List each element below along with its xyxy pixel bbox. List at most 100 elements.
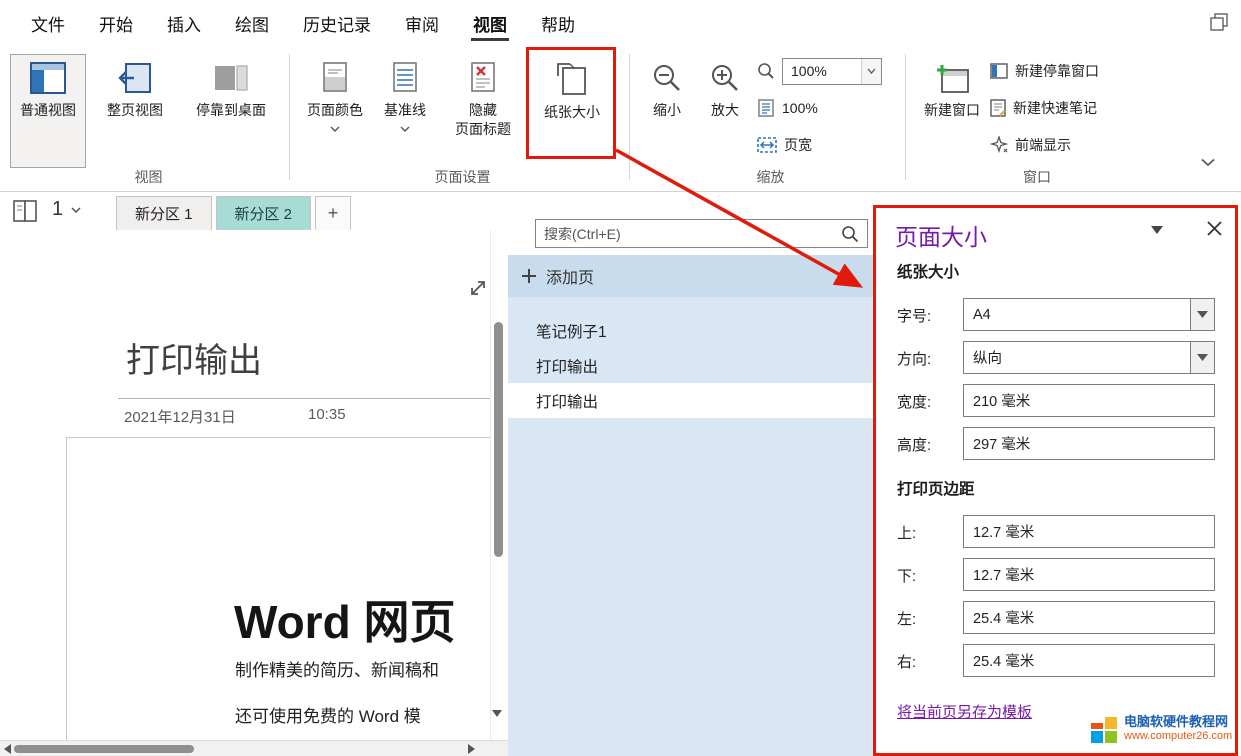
dock-to-desktop-button[interactable]: 停靠到桌面 bbox=[180, 54, 282, 168]
menu-bar: 文件 开始 插入 绘图 历史记录 审阅 视图 帮助 bbox=[0, 0, 1241, 46]
hide-page-title-label-line2: 页面标题 bbox=[455, 120, 511, 138]
group-label-window: 窗口 bbox=[912, 167, 1162, 187]
menu-file[interactable]: 文件 bbox=[14, 0, 82, 46]
orientation-select[interactable]: 纵向 bbox=[963, 341, 1215, 374]
search-input[interactable] bbox=[544, 226, 841, 242]
height-value: 297 毫米 bbox=[964, 433, 1214, 454]
watermark-site-name: 电脑软硬件教程网 bbox=[1124, 714, 1232, 730]
window-restore-icon[interactable] bbox=[1209, 12, 1229, 32]
margin-right-input[interactable]: 25.4 毫米 bbox=[963, 644, 1215, 677]
zoom-level-select[interactable]: 100% bbox=[782, 58, 882, 85]
printout-embed[interactable]: Word 网页 制作精美的简历、新闻稿和 还可使用免费的 Word 模 bbox=[66, 437, 490, 740]
print-margins-section-header: 打印页边距 bbox=[897, 477, 975, 499]
menu-history[interactable]: 历史记录 bbox=[286, 0, 388, 46]
section-tab-2[interactable]: 新分区 2 bbox=[216, 196, 312, 230]
full-page-view-button[interactable]: 整页视图 bbox=[94, 54, 176, 168]
menu-review[interactable]: 审阅 bbox=[388, 0, 456, 46]
save-as-template-link[interactable]: 将当前页另存为模板 bbox=[897, 701, 1032, 722]
group-separator bbox=[629, 54, 630, 180]
rule-lines-label: 基准线 bbox=[384, 101, 426, 119]
zoom-100-icon bbox=[757, 99, 775, 117]
notebook-icon[interactable] bbox=[12, 199, 40, 223]
scroll-left-icon[interactable] bbox=[4, 744, 11, 754]
margin-right-row: 右: 25.4 毫米 bbox=[876, 644, 1235, 677]
zoom-100-button[interactable]: 100% bbox=[757, 93, 818, 123]
section-tab-1[interactable]: 新分区 1 bbox=[116, 196, 212, 230]
zoom-100-label: 100% bbox=[782, 100, 818, 116]
group-label-page-setup: 页面设置 bbox=[296, 167, 629, 187]
page-nav-dropdown[interactable]: 1 bbox=[52, 198, 81, 221]
menu-draw[interactable]: 绘图 bbox=[218, 0, 286, 46]
ribbon-collapse-icon[interactable] bbox=[1200, 158, 1216, 167]
search-box bbox=[535, 219, 868, 248]
section-tabs: 新分区 1 新分区 2 + bbox=[116, 195, 355, 230]
paper-size-button[interactable]: 纸张大小 bbox=[533, 54, 611, 168]
menu-view[interactable]: 视图 bbox=[456, 0, 524, 46]
page-list-item-selected[interactable]: 打印输出 bbox=[508, 383, 873, 418]
rule-lines-button[interactable]: 基准线 bbox=[373, 54, 437, 168]
page-list-item[interactable]: 笔记例子1 bbox=[508, 313, 873, 348]
chevron-down-icon bbox=[861, 59, 881, 84]
page-title[interactable]: 打印输出 bbox=[126, 333, 262, 382]
group-label-view: 视图 bbox=[8, 167, 289, 187]
menu-help[interactable]: 帮助 bbox=[524, 0, 592, 46]
normal-view-button[interactable]: 普通视图 bbox=[10, 54, 86, 168]
margin-top-row: 上: 12.7 毫米 bbox=[876, 515, 1235, 548]
search-icon[interactable] bbox=[841, 225, 859, 243]
dock-desktop-icon bbox=[213, 62, 249, 94]
new-quick-note-button[interactable]: 新建快速笔记 bbox=[990, 93, 1097, 123]
horizontal-scrollbar-thumb[interactable] bbox=[14, 745, 194, 753]
height-row: 高度: 297 毫米 bbox=[876, 427, 1235, 460]
margin-left-value: 25.4 毫米 bbox=[964, 607, 1214, 628]
scroll-down-icon[interactable] bbox=[487, 702, 507, 724]
panel-dropdown-icon[interactable] bbox=[1151, 226, 1163, 234]
hide-page-title-button[interactable]: 隐藏 页面标题 bbox=[441, 54, 525, 168]
scroll-right-icon[interactable] bbox=[468, 744, 475, 754]
margin-top-input[interactable]: 12.7 毫米 bbox=[963, 515, 1215, 548]
zoom-out-button[interactable]: 缩小 bbox=[642, 54, 692, 168]
paper-size-select[interactable]: A4 bbox=[963, 298, 1215, 331]
page-width-label: 页宽 bbox=[784, 135, 812, 155]
page-date: 2021年12月31日 bbox=[124, 406, 236, 427]
margin-bottom-input[interactable]: 12.7 毫米 bbox=[963, 558, 1215, 591]
always-on-top-button[interactable]: 前端显示 bbox=[990, 130, 1071, 160]
add-icon: + bbox=[328, 203, 339, 224]
printout-line: 制作精美的简历、新闻稿和 bbox=[235, 656, 439, 681]
new-window-button[interactable]: 新建窗口 bbox=[916, 54, 988, 168]
section-tab-label: 新分区 2 bbox=[235, 203, 293, 224]
new-docked-window-button[interactable]: 新建停靠窗口 bbox=[990, 56, 1099, 86]
paper-size-label: 纸张大小 bbox=[544, 103, 600, 121]
margin-left-label: 左: bbox=[897, 608, 916, 629]
width-row: 宽度: 210 毫米 bbox=[876, 384, 1235, 417]
page-list-item[interactable]: 打印输出 bbox=[508, 348, 873, 383]
page-width-button[interactable]: 页宽 bbox=[757, 130, 812, 160]
width-input[interactable]: 210 毫米 bbox=[963, 384, 1215, 417]
printout-line: 还可使用免费的 Word 模 bbox=[235, 702, 421, 727]
page-color-label: 页面颜色 bbox=[307, 101, 363, 119]
expand-icon[interactable] bbox=[468, 278, 488, 298]
zoom-level-control: 100% bbox=[757, 56, 882, 86]
add-page-button[interactable]: 添加页 bbox=[508, 255, 873, 297]
menu-home[interactable]: 开始 bbox=[82, 0, 150, 46]
watermark-logo-icon bbox=[1090, 714, 1118, 744]
paper-size-section-header: 纸张大小 bbox=[897, 260, 959, 282]
normal-view-label: 普通视图 bbox=[20, 101, 76, 119]
add-section-button[interactable]: + bbox=[315, 196, 351, 230]
menu-insert[interactable]: 插入 bbox=[150, 0, 218, 46]
panel-title: 页面大小 bbox=[895, 218, 987, 252]
vertical-scrollbar-thumb[interactable] bbox=[494, 322, 503, 557]
margin-left-input[interactable]: 25.4 毫米 bbox=[963, 601, 1215, 634]
chevron-down-icon bbox=[330, 126, 340, 132]
add-page-label: 添加页 bbox=[546, 264, 594, 288]
full-page-view-label: 整页视图 bbox=[107, 101, 163, 119]
close-icon[interactable] bbox=[1202, 216, 1226, 240]
horizontal-scrollbar[interactable] bbox=[0, 740, 508, 756]
zoom-in-icon bbox=[709, 62, 741, 94]
page-color-button[interactable]: 页面颜色 bbox=[299, 54, 371, 168]
always-on-top-icon bbox=[990, 136, 1008, 154]
height-input[interactable]: 297 毫米 bbox=[963, 427, 1215, 460]
new-docked-window-label: 新建停靠窗口 bbox=[1015, 61, 1099, 81]
chevron-down-icon bbox=[1190, 342, 1214, 373]
zoom-in-button[interactable]: 放大 bbox=[700, 54, 750, 168]
orientation-row: 方向: 纵向 bbox=[876, 341, 1235, 374]
